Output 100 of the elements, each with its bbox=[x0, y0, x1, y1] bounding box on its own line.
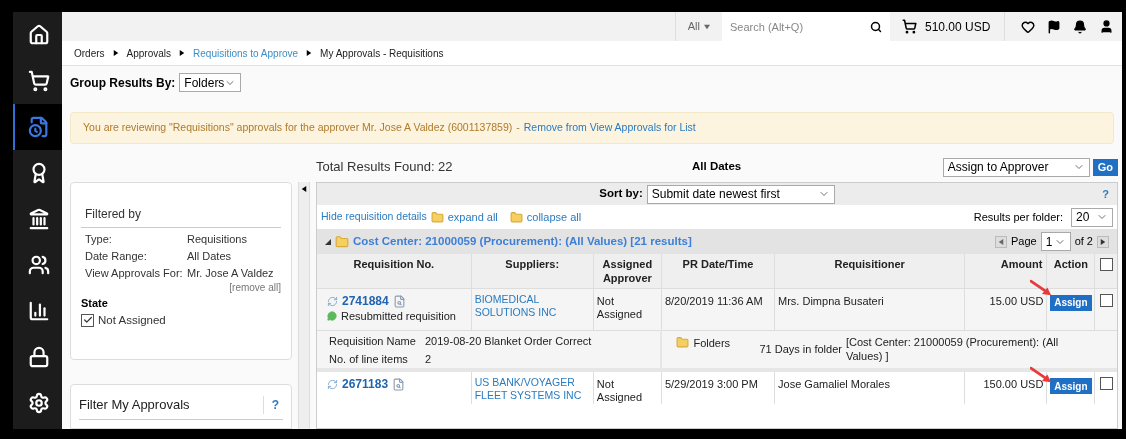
detail-label: Requisition Name bbox=[329, 333, 417, 348]
total-results: Total Results Found: 22 bbox=[316, 158, 454, 177]
folder-icon bbox=[676, 335, 690, 349]
checkbox[interactable] bbox=[81, 313, 94, 327]
sort-label: Sort by: bbox=[599, 186, 643, 202]
per-folder-label: Results per folder: bbox=[973, 209, 1063, 225]
date-cell: 5/29/2019 3:00 PM bbox=[664, 378, 758, 390]
bell-icon[interactable] bbox=[1073, 19, 1087, 34]
left-triangle-icon bbox=[997, 238, 1004, 245]
folder-path: [Cost Center: 21000059 (Procurement): (All Values) ] bbox=[845, 334, 1060, 363]
right-triangle-icon bbox=[1100, 238, 1106, 245]
expand-all-link[interactable]: expand all bbox=[447, 208, 498, 226]
filter-title: Filtered by bbox=[81, 205, 281, 228]
breadcrumb-link[interactable]: Requisitions to Approve bbox=[193, 45, 299, 61]
state-title: State bbox=[81, 296, 109, 311]
breadcrumb-item: My Approvals - Requisitions bbox=[320, 46, 444, 61]
detail-value: 2019-08-20 Blanket Order Correct bbox=[425, 333, 593, 348]
hide-details-link[interactable]: Hide requisition details bbox=[321, 209, 427, 225]
folder-title[interactable]: Cost Center: 21000059 (Procurement): (All Values) [21 results] bbox=[353, 232, 692, 251]
supplier-link[interactable]: BIOMEDICAL SOLUTIONS INC bbox=[474, 292, 590, 319]
filter-value: Requisitions bbox=[187, 232, 248, 246]
detail-value: 2 bbox=[425, 351, 433, 366]
sort-select[interactable]: Submit date newest first bbox=[646, 184, 835, 204]
home-icon bbox=[27, 24, 50, 46]
row-note: Resubmitted requisition bbox=[341, 309, 456, 323]
group-by-label: Group Results By: bbox=[70, 74, 176, 92]
heart-icon[interactable] bbox=[1021, 19, 1035, 34]
lock-icon bbox=[27, 346, 50, 368]
column-header: Suppliers: bbox=[471, 254, 594, 288]
requisition-link[interactable]: 2671183 bbox=[342, 378, 389, 391]
people-icon bbox=[27, 254, 50, 276]
folder-icon bbox=[509, 210, 523, 224]
chevron-icon bbox=[112, 50, 119, 56]
filter-value: Mr. Jose A Valdez bbox=[187, 266, 275, 280]
refresh-icon bbox=[327, 295, 338, 307]
chevron-icon bbox=[306, 50, 313, 56]
per-folder-select[interactable]: 20 bbox=[1071, 207, 1113, 227]
go-button[interactable]: Go bbox=[1092, 158, 1118, 176]
caret-icon bbox=[325, 238, 331, 245]
checkbox[interactable] bbox=[1099, 258, 1113, 271]
filter-value: All Dates bbox=[187, 249, 233, 263]
preview-icon[interactable] bbox=[392, 378, 406, 391]
bank-icon bbox=[27, 208, 50, 230]
next-page-button[interactable] bbox=[1097, 235, 1109, 248]
cart-total-button[interactable]: 510.00 USD bbox=[890, 12, 1004, 41]
approver-cell: Not Assigned bbox=[596, 378, 643, 403]
column-header: Assigned Approver bbox=[593, 254, 662, 288]
search-icon[interactable] bbox=[870, 20, 882, 33]
filter-label: Type: bbox=[85, 232, 113, 246]
previous-page-button[interactable] bbox=[994, 235, 1007, 248]
days-in-folder: 71 Days in folder bbox=[759, 341, 842, 357]
document-clock-icon bbox=[27, 116, 50, 138]
chevron-icon bbox=[179, 50, 186, 56]
remove-link[interactable]: Remove from View Approvals for List bbox=[523, 120, 696, 136]
amount-cell: 15.00 USD bbox=[989, 294, 1044, 307]
column-header: PR Date/Time bbox=[661, 254, 775, 288]
cart-icon bbox=[27, 70, 50, 92]
folder-icon bbox=[335, 234, 349, 249]
checkbox[interactable] bbox=[1099, 377, 1113, 390]
remove-all-link[interactable]: [remove all] bbox=[229, 280, 281, 295]
checkbox[interactable] bbox=[1099, 293, 1113, 307]
page-select[interactable]: 1 bbox=[1040, 232, 1071, 251]
action-select[interactable]: Assign to Approver bbox=[942, 157, 1090, 177]
breadcrumb-item: Approvals bbox=[126, 46, 172, 61]
help-link[interactable]: ? bbox=[1102, 185, 1109, 203]
date-range-label: All Dates bbox=[692, 159, 742, 175]
settings-icon bbox=[27, 392, 50, 414]
arrow-annotation bbox=[1030, 279, 1052, 297]
requisition-link[interactable]: 2741884 bbox=[342, 294, 389, 308]
date-cell: 8/20/2019 11:36 AM bbox=[664, 294, 763, 307]
column-header: Amount bbox=[964, 254, 1047, 288]
supplier-link[interactable]: US BANK/VOYAGER FLEET SYSTEMS INC bbox=[474, 376, 590, 402]
detail-label: No. of line items bbox=[329, 351, 409, 366]
assign-button[interactable]: Assign bbox=[1050, 294, 1092, 311]
user-icon[interactable] bbox=[1099, 19, 1114, 34]
bar-chart-icon bbox=[27, 300, 50, 322]
approver-cell: Not Assigned bbox=[596, 294, 643, 320]
filter-label: View Approvals For: bbox=[85, 266, 184, 280]
folders-label: Folders bbox=[693, 335, 732, 351]
page-count: of 2 bbox=[1074, 234, 1093, 250]
alert-separator: - bbox=[516, 120, 520, 136]
cart-icon bbox=[902, 19, 917, 34]
page-label: Page bbox=[1010, 234, 1037, 250]
comment-icon bbox=[327, 311, 337, 321]
group-by-select[interactable]: Folders bbox=[179, 73, 242, 92]
preview-icon[interactable] bbox=[392, 294, 406, 308]
state-option-label: Not Assigned bbox=[98, 312, 166, 328]
filter-approvals-title: Filter My Approvals bbox=[79, 396, 190, 414]
flag-icon[interactable] bbox=[1047, 19, 1061, 34]
alert-text: You are reviewing "Requisitions" approvals for the approver Mr. Jose A Valdez (6001137859) bbox=[83, 120, 513, 136]
collapse-all-link[interactable]: collapse all bbox=[526, 208, 582, 226]
folder-icon bbox=[430, 210, 444, 224]
filter-label: Date Range: bbox=[85, 249, 148, 263]
column-header: Requisition No. bbox=[317, 254, 472, 288]
caret-icon bbox=[704, 23, 710, 30]
assign-button[interactable]: Assign bbox=[1050, 378, 1092, 394]
refresh-icon bbox=[327, 379, 338, 390]
help-link[interactable]: ? bbox=[262, 395, 283, 414]
requisitioner-cell: Mrs. Dimpna Busateri bbox=[778, 294, 884, 307]
amount-cell: 150.00 USD bbox=[983, 378, 1044, 390]
